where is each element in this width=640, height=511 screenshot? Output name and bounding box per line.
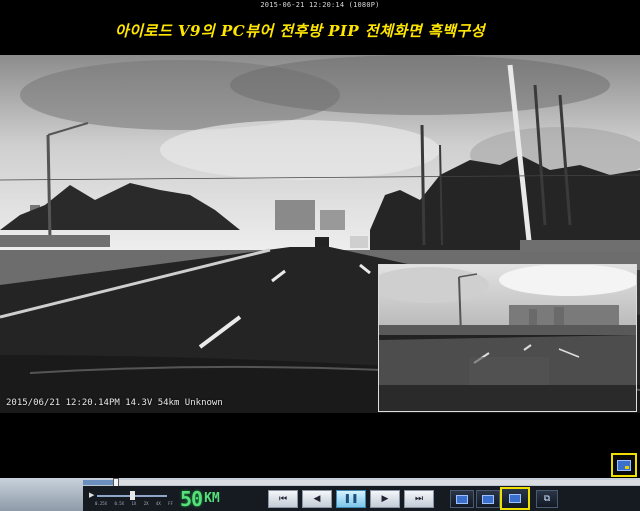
single-view-icon (456, 494, 468, 504)
seek-progress (83, 480, 117, 485)
dual-view-button[interactable] (476, 490, 500, 508)
speed-tick: 1X (131, 501, 137, 506)
seek-bar[interactable] (83, 478, 640, 487)
vehicle-speed-display: 50 KM (180, 488, 252, 510)
single-view-button[interactable] (450, 490, 474, 508)
speed-tick-labels: 0.25X 0.5X 1X 2X 4X FF (95, 501, 173, 506)
step-back-button[interactable]: ◀ (302, 490, 332, 508)
caption-title: 아이로드 V9의 PC뷰어 전후방 PIP 전체화면 흑백구성 (114, 22, 486, 40)
video-osd-overlay: 2015/06/21 12:20.14PM 14.3V 54km Unknown (6, 398, 223, 408)
pause-button[interactable]: ❚❚ (336, 490, 366, 508)
pip-icon (617, 459, 631, 471)
dual-view-icon (482, 494, 494, 504)
rear-camera-pip[interactable] (378, 264, 637, 412)
pip-view-button[interactable] (500, 487, 530, 510)
speed-tick: 0.5X (114, 501, 125, 506)
play-triangle-icon: ▶ (89, 491, 95, 499)
last-frame-button[interactable]: ⏭ (404, 490, 434, 508)
speed-knob[interactable] (130, 491, 135, 500)
step-forward-button[interactable]: ▶ (370, 490, 400, 508)
step-forward-icon: ▶ (381, 494, 389, 504)
pip-toggle-button[interactable] (611, 453, 637, 477)
pause-icon: ❚❚ (343, 494, 359, 504)
speed-tick: 2X (143, 501, 149, 506)
speed-unit: KM (204, 491, 220, 506)
step-back-icon: ◀ (313, 494, 321, 504)
speed-tick: FF (168, 501, 173, 506)
detach-window-icon: ⧉ (543, 494, 551, 504)
speed-tick: 0.25X (95, 501, 108, 506)
file-timestamp: 2015-06-21 12:20:14 (1080P) (260, 1, 380, 9)
detach-window-button[interactable]: ⧉ (536, 490, 558, 508)
playback-speed-slider[interactable]: ▶ 0.25X 0.5X 1X 2X 4X FF (89, 490, 173, 508)
speed-tick: 4X (155, 501, 161, 506)
last-frame-icon: ⏭ (414, 494, 424, 504)
pip-view-icon (509, 494, 521, 503)
speed-value: 50 (180, 487, 203, 511)
first-frame-button[interactable]: ⏮ (268, 490, 298, 508)
first-frame-icon: ⏮ (278, 494, 288, 504)
